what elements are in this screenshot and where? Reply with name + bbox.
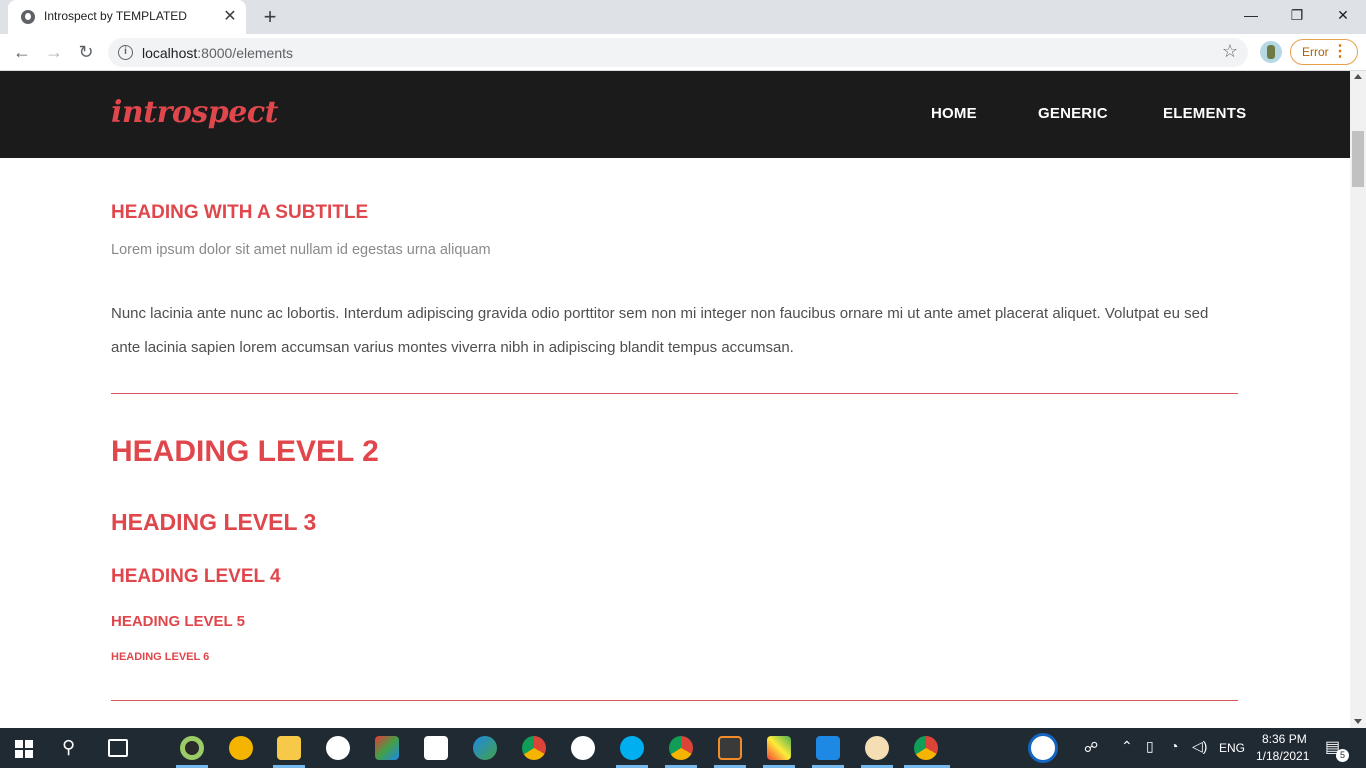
heading-with-subtitle: Heading with a Subtitle — [111, 202, 369, 223]
nav-generic-link[interactable]: GENERIC — [1038, 105, 1108, 122]
heading-level-4: Heading Level 4 — [111, 566, 281, 587]
more-vert-icon: ⋮ — [1332, 43, 1348, 60]
heading-level-6: Heading Level 6 — [111, 651, 210, 663]
hp-icon[interactable] — [326, 736, 350, 760]
nav-elements-link[interactable]: ELEMENTS — [1163, 105, 1246, 122]
site-header: introspect HOME GENERIC ELEMENTS — [0, 71, 1350, 158]
page-viewport: introspect HOME GENERIC ELEMENTS Heading… — [0, 71, 1350, 728]
clock-time[interactable]: 8:36 PM — [1262, 732, 1307, 746]
help-question-icon[interactable] — [1028, 733, 1058, 763]
heading-level-5: Heading Level 5 — [111, 613, 245, 630]
divider — [111, 700, 1238, 701]
site-logo[interactable]: introspect — [111, 95, 278, 130]
windows-taskbar: ⚲ ☍ ⌃ ▯ ◔ ◁) ENG 8:36 PM 1/18/2021 ▤ 5 — [0, 728, 1366, 768]
volume-icon[interactable]: ◁) — [1192, 738, 1207, 755]
browser-tab[interactable]: Introspect by TEMPLATED ✕ — [8, 0, 246, 34]
profile-avatar-icon[interactable] — [1260, 41, 1282, 63]
paint-3d-icon[interactable] — [375, 736, 399, 760]
sublime-text-icon[interactable] — [718, 736, 742, 760]
back-arrow-icon[interactable]: ← — [8, 39, 36, 65]
webcam-app-icon[interactable] — [180, 736, 204, 760]
address-bar[interactable]: i localhost:8000/elements ☆ — [108, 38, 1248, 67]
page-scrollbar[interactable] — [1350, 71, 1366, 728]
task-view-icon[interactable] — [108, 739, 128, 757]
skype-icon[interactable] — [620, 736, 644, 760]
battery-icon[interactable]: ▯ — [1146, 738, 1154, 755]
people-icon[interactable]: ☍ — [1084, 739, 1098, 756]
forward-arrow-icon[interactable]: → — [40, 39, 68, 65]
reload-icon[interactable]: ↻ — [72, 39, 100, 65]
new-tab-button[interactable]: + — [258, 4, 282, 30]
tab-close-icon[interactable]: ✕ — [220, 7, 240, 27]
bookmark-star-icon[interactable]: ☆ — [1222, 41, 1238, 62]
divider — [111, 393, 1238, 394]
chrome-active-icon[interactable] — [914, 736, 938, 760]
scroll-thumb[interactable] — [1352, 131, 1364, 187]
heading-level-3: Heading Level 3 — [111, 509, 317, 535]
site-info-icon[interactable]: i — [118, 45, 133, 60]
chrome-icon[interactable] — [522, 736, 546, 760]
scroll-up-arrow-icon[interactable] — [1354, 74, 1362, 79]
git-tool-icon[interactable] — [767, 736, 791, 760]
body-paragraph: Nunc lacinia ante nunc ac lobortis. Inte… — [111, 305, 1209, 356]
clock-date[interactable]: 1/18/2021 — [1256, 749, 1309, 763]
globe-icon — [21, 10, 35, 24]
subtitle-text: Lorem ipsum dolor sit amet nullam id ege… — [111, 242, 491, 258]
url-text[interactable]: localhost:8000/elements — [142, 45, 293, 61]
store-bag-icon[interactable] — [424, 736, 448, 760]
chevron-up-icon[interactable]: ⌃ — [1121, 738, 1133, 755]
search-icon[interactable]: ⚲ — [62, 737, 82, 759]
chrome-profile-icon[interactable] — [669, 736, 693, 760]
tab-title: Introspect by TEMPLATED — [44, 9, 187, 23]
vpn-shield-icon[interactable] — [229, 736, 253, 760]
error-menu-button[interactable]: Error ⋮ — [1290, 39, 1358, 65]
notification-count-badge: 5 — [1336, 749, 1349, 762]
browser-tabstrip: Introspect by TEMPLATED ✕ + — ❐ ✕ — [0, 0, 1366, 34]
close-window-button[interactable]: ✕ — [1320, 0, 1366, 30]
edge-browser-icon[interactable] — [473, 736, 497, 760]
nav-home-link[interactable]: HOME — [931, 105, 977, 122]
windows-start-icon[interactable] — [15, 740, 33, 758]
file-explorer-icon[interactable] — [277, 736, 301, 760]
restore-button[interactable]: ❐ — [1274, 0, 1320, 30]
error-label: Error — [1302, 45, 1329, 59]
wifi-icon[interactable]: ◔ — [1170, 738, 1178, 754]
scroll-down-arrow-icon[interactable] — [1354, 719, 1362, 724]
browser-toolbar: ← → ↻ i localhost:8000/elements ☆ Error … — [0, 34, 1366, 71]
feedback-smiley-icon[interactable] — [571, 736, 595, 760]
minimize-button[interactable]: — — [1228, 0, 1274, 30]
language-indicator[interactable]: ENG — [1219, 741, 1245, 755]
paint-palette-icon[interactable] — [865, 736, 889, 760]
vs-code-icon[interactable] — [816, 736, 840, 760]
heading-level-2: Heading Level 2 — [111, 435, 379, 468]
